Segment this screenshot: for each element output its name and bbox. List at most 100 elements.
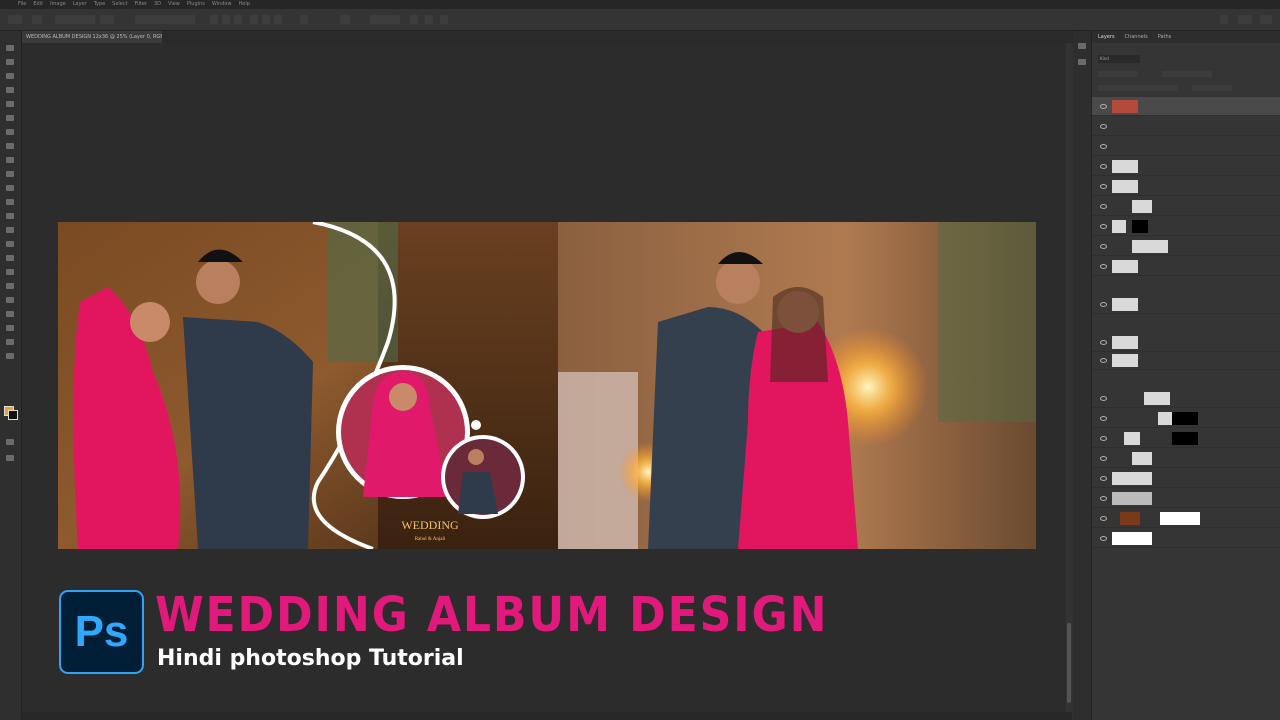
align-left-icon[interactable] (210, 15, 218, 24)
eye-icon[interactable] (1100, 358, 1107, 363)
layer-row[interactable] (1092, 449, 1280, 468)
eye-icon[interactable] (1100, 396, 1107, 401)
layer-filter-input[interactable]: Kind (1098, 55, 1140, 63)
menu-help[interactable]: Help (239, 0, 250, 9)
shape-tool-icon[interactable] (6, 311, 14, 317)
eye-icon[interactable] (1100, 104, 1107, 109)
layer-dropdown[interactable] (100, 15, 114, 24)
blur-tool-icon[interactable] (6, 241, 14, 247)
eye-icon[interactable] (1100, 456, 1107, 461)
layer-row[interactable] (1092, 177, 1280, 196)
tab-layers[interactable]: Layers (1098, 31, 1115, 43)
album-spread[interactable]: WEDDING Rahul & Anjali (58, 222, 1036, 549)
opacity-field[interactable] (1162, 71, 1212, 77)
type-tool-icon[interactable] (6, 283, 14, 289)
menu-layer[interactable]: Layer (73, 0, 87, 9)
crop-tool-icon[interactable] (6, 115, 14, 121)
search-icon[interactable] (1220, 15, 1228, 24)
document-tab[interactable]: WEDDING ALBUM DESIGN 12x36 @ 25% (Layer … (22, 31, 162, 43)
history-brush-tool-icon[interactable] (6, 199, 14, 205)
3d-roll-icon[interactable] (425, 15, 433, 24)
history-panel-icon[interactable] (1078, 43, 1086, 49)
frame-tool-icon[interactable] (6, 129, 14, 135)
eye-icon[interactable] (1100, 204, 1107, 209)
3d-rotate-icon[interactable] (410, 15, 418, 24)
layer-row[interactable] (1092, 217, 1280, 236)
background-color-swatch[interactable] (8, 410, 18, 420)
zoom-tool-icon[interactable] (6, 339, 14, 345)
menu-type[interactable]: Type (94, 0, 105, 9)
menu-edit[interactable]: Edit (33, 0, 43, 9)
distribute-icon[interactable] (300, 15, 308, 24)
fill-field[interactable] (1192, 85, 1232, 91)
healing-brush-tool-icon[interactable] (6, 157, 14, 163)
layer-row[interactable] (1092, 351, 1280, 370)
scrollbar-thumb[interactable] (1067, 623, 1071, 703)
lock-controls[interactable] (1098, 85, 1178, 91)
3d-drag-icon[interactable] (440, 15, 448, 24)
layer-row[interactable] (1092, 409, 1280, 428)
home-icon[interactable] (8, 15, 22, 24)
eye-icon[interactable] (1100, 184, 1107, 189)
eyedropper-tool-icon[interactable] (6, 143, 14, 149)
eye-icon[interactable] (1100, 436, 1107, 441)
layer-row[interactable] (1092, 333, 1280, 352)
layer-row[interactable] (1092, 197, 1280, 216)
more-options-icon[interactable] (340, 15, 350, 24)
menu-3d[interactable]: 3D (154, 0, 161, 9)
properties-panel-icon[interactable] (1078, 59, 1086, 65)
menu-image[interactable]: Image (50, 0, 66, 9)
layer-row[interactable] (1092, 97, 1280, 116)
lasso-tool-icon[interactable] (6, 87, 14, 93)
dodge-tool-icon[interactable] (6, 255, 14, 261)
align-center-icon[interactable] (222, 15, 230, 24)
layer-row[interactable] (1092, 529, 1280, 548)
layer-row[interactable] (1092, 117, 1280, 136)
clone-stamp-tool-icon[interactable] (6, 185, 14, 191)
eye-icon[interactable] (1100, 476, 1107, 481)
share-icon[interactable] (1260, 15, 1272, 24)
pen-tool-icon[interactable] (6, 269, 14, 275)
quick-select-tool-icon[interactable] (6, 101, 14, 107)
menu-file[interactable]: File (18, 0, 26, 9)
eraser-tool-icon[interactable] (6, 213, 14, 219)
gradient-tool-icon[interactable] (6, 227, 14, 233)
marquee-tool-icon[interactable] (6, 73, 14, 79)
layer-row[interactable] (1092, 429, 1280, 448)
tab-paths[interactable]: Paths (1158, 31, 1172, 43)
align-right-icon[interactable] (234, 15, 242, 24)
layer-row[interactable] (1092, 137, 1280, 156)
eye-icon[interactable] (1100, 144, 1107, 149)
eye-icon[interactable] (1100, 416, 1107, 421)
layer-row[interactable] (1092, 489, 1280, 508)
quick-mask-icon[interactable] (6, 439, 14, 445)
layer-row[interactable] (1092, 237, 1280, 256)
vertical-scrollbar[interactable] (1066, 43, 1072, 712)
align-bottom-icon[interactable] (274, 15, 282, 24)
path-select-tool-icon[interactable] (6, 297, 14, 303)
blend-mode-dropdown[interactable] (1098, 71, 1138, 77)
screen-mode-icon[interactable] (6, 455, 14, 461)
hand-tool-icon[interactable] (6, 325, 14, 331)
eye-icon[interactable] (1100, 496, 1107, 501)
brush-tool-icon[interactable] (6, 171, 14, 177)
layer-row[interactable] (1092, 157, 1280, 176)
layer-row[interactable] (1092, 509, 1280, 528)
menu-window[interactable]: Window (212, 0, 232, 9)
transform-controls-checkbox[interactable] (135, 15, 195, 24)
eye-icon[interactable] (1100, 302, 1107, 307)
layer-row[interactable] (1092, 257, 1280, 276)
align-middle-icon[interactable] (262, 15, 270, 24)
edit-toolbar-icon[interactable] (6, 353, 14, 359)
eye-icon[interactable] (1100, 516, 1107, 521)
menu-view[interactable]: View (168, 0, 180, 9)
eye-icon[interactable] (1100, 340, 1107, 345)
auto-select-checkbox[interactable] (55, 15, 95, 24)
layer-row[interactable] (1092, 295, 1280, 314)
eye-icon[interactable] (1100, 536, 1107, 541)
move-tool-icon[interactable] (32, 15, 42, 24)
menu-select[interactable]: Select (112, 0, 127, 9)
menu-filter[interactable]: Filter (135, 0, 147, 9)
move-tool-icon[interactable] (6, 45, 14, 51)
layer-row[interactable] (1092, 389, 1280, 408)
